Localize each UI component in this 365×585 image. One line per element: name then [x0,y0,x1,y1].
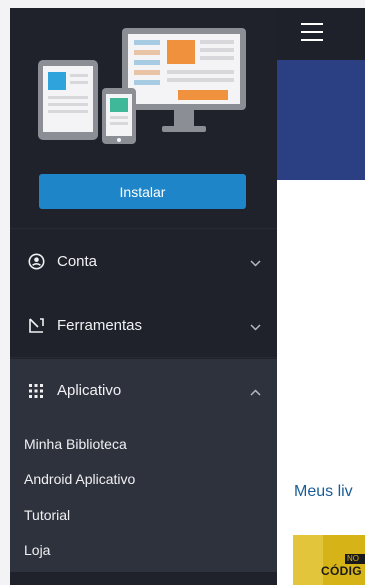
main-content: Meus liv NO CÓDIG [277,180,365,585]
sidebar-item-label: Conta [57,253,98,270]
install-button[interactable]: Instalar [39,174,246,209]
chevron-down-icon [250,318,261,335]
sidebar-item-ferramentas[interactable]: Ferramentas [10,293,277,357]
submenu-item-android-aplicativo[interactable]: Android Aplicativo [24,471,135,487]
sidebar-item-label: Ferramentas [57,317,143,334]
section-title: Meus liv [294,483,353,500]
app-window: Instalar Conta Ferramentas Aplicativo Mi… [10,8,365,585]
submenu-item-minha-biblioteca[interactable]: Minha Biblioteca [24,436,127,452]
book-tag: NO [345,554,365,564]
sidebar-item-aplicativo[interactable]: Aplicativo [10,358,277,422]
sidebar-hero: Instalar [10,8,277,228]
hero-banner [277,60,365,180]
submenu-item-loja[interactable]: Loja [24,542,50,558]
devices-illustration [38,28,246,144]
book-title: CÓDIG [321,564,362,578]
sidebar: Instalar Conta Ferramentas Aplicativo Mi… [10,8,277,585]
chevron-up-icon [250,383,261,400]
submenu-item-tutorial[interactable]: Tutorial [24,507,70,523]
sidebar-footer [10,572,277,585]
page-frame: Instalar Conta Ferramentas Aplicativo Mi… [0,0,365,585]
book-cover[interactable]: NO CÓDIG [293,535,365,585]
account-circle-icon [27,253,45,271]
book-stripe [293,535,323,585]
chevron-down-icon [250,254,261,271]
sidebar-item-conta[interactable]: Conta [10,229,277,293]
tools-icon [27,317,45,335]
hamburger-menu-icon[interactable] [301,23,323,41]
top-bar [277,8,365,60]
sidebar-item-label: Aplicativo [57,382,122,399]
grid-dots-icon [27,382,45,400]
aplicativo-submenu: Minha Biblioteca Android Aplicativo Tuto… [10,422,277,572]
